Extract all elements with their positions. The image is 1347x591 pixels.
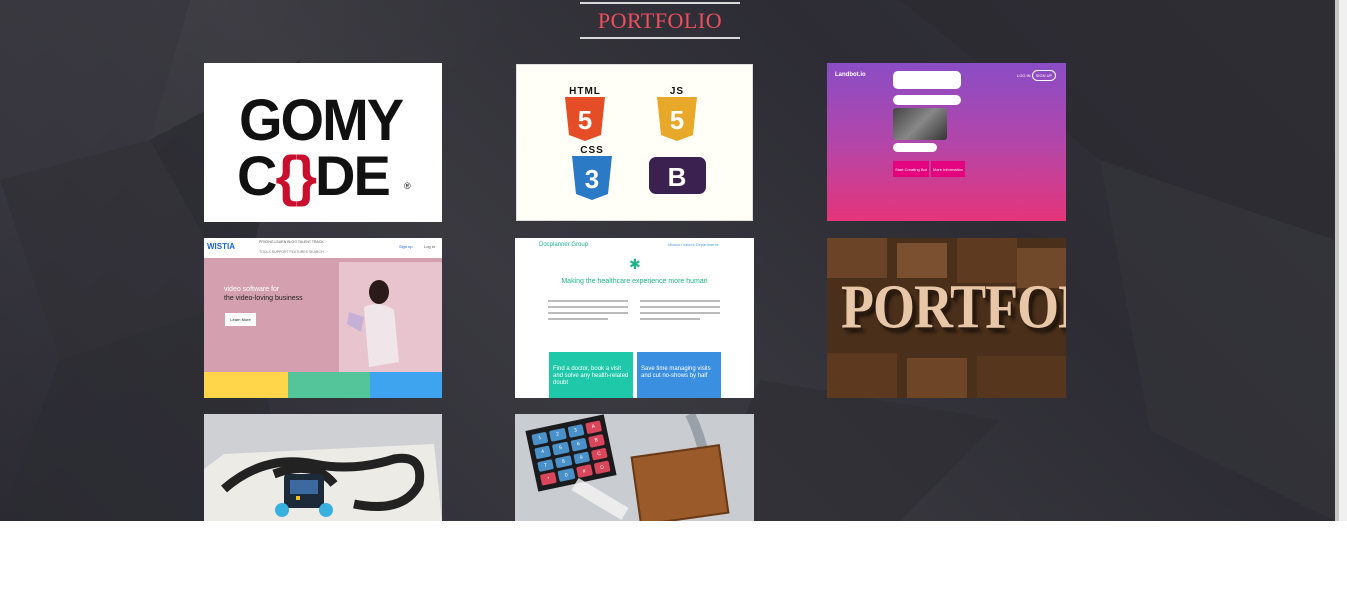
docplanner-box-patients: Find a doctor, book a visit and solve an…: [549, 352, 633, 398]
wistia-strip-green: [288, 372, 370, 398]
html-label: HTML: [569, 86, 601, 97]
wistia-hero-image: [339, 262, 442, 372]
robot-photo: [204, 414, 442, 521]
text-line: [548, 312, 628, 314]
html-num: 5: [578, 105, 592, 135]
section-title: PORTFOLIO: [597, 7, 723, 33]
wistia-cta-button: Learn More: [225, 313, 256, 326]
chat-bubble: [893, 143, 937, 152]
portfolio-card-web-technologies[interactable]: HTML 5 JS 5 CSS 3 B: [516, 64, 753, 221]
landbot-info-button: More Information: [931, 161, 965, 177]
text-line: [640, 312, 720, 314]
letterpress-portfolio-text: PORTFOLIO: [841, 272, 1066, 342]
wistia-tagline-1: video software for: [224, 286, 280, 293]
landbot-start-button: Start Creating Bot: [893, 161, 929, 177]
scrollbar-thumb[interactable]: [1335, 0, 1339, 521]
text-line: [640, 306, 720, 308]
wistia-signup: Sign up: [399, 244, 413, 249]
css-num: 3: [585, 164, 599, 194]
wistia-strip-yellow: [204, 372, 288, 398]
text-line: [640, 318, 700, 320]
chat-photo: [893, 108, 947, 140]
gomycode-logo-brace: {}: [275, 144, 317, 207]
wistia-login: Log in: [424, 244, 435, 249]
js-label: JS: [670, 86, 684, 97]
wistia-logo: WISTIA: [207, 242, 235, 251]
wistia-nav-secondary: TOOLS SUPPORT FEATURES SEARCH: [259, 250, 324, 254]
portfolio-card-arduino[interactable]: 1 2 3 A 4 5 6 B 7 8 9 C * 0 # D: [515, 414, 754, 521]
docplanner-logo: Docplanner Group: [539, 242, 589, 248]
js-num: 5: [670, 105, 684, 135]
docplanner-heading: Making the healthcare experience more hu…: [561, 278, 708, 285]
wistia-nav: PRICING LEARN BLOG TALENT TRACK: [259, 240, 324, 244]
text-line: [548, 318, 608, 320]
gomycode-logo-de: DE: [315, 144, 391, 207]
portfolio-card-robot[interactable]: [204, 414, 442, 521]
landbot-login-link: LOG IN: [1017, 73, 1031, 78]
portfolio-card-gomycode[interactable]: GOMY C{}DE ®: [204, 63, 442, 222]
chat-bubble: [893, 95, 961, 105]
asterisk-icon: ✱: [629, 256, 641, 272]
wistia-strip-blue: [370, 372, 442, 398]
css-label: CSS: [580, 145, 604, 156]
text-line: [548, 300, 628, 302]
wistia-tagline-2: the video-loving business: [224, 295, 303, 302]
portfolio-card-letterpress[interactable]: PORTFOLIO: [827, 238, 1066, 398]
registered-mark: ®: [404, 181, 411, 191]
arduino-board: [630, 444, 730, 521]
gomycode-logo-bottom: C{}DE: [237, 143, 391, 208]
chat-bubble: [893, 71, 961, 89]
gomycode-logo-c: C: [237, 144, 277, 207]
bootstrap-letter: B: [668, 162, 687, 192]
portfolio-card-wistia[interactable]: WISTIA PRICING LEARN BLOG TALENT TRACK T…: [204, 238, 442, 398]
portfolio-section: PORTFOLIO GOMY C{}DE ® HTML 5 JS 5 CSS 3…: [0, 0, 1335, 521]
portfolio-card-docplanner[interactable]: Docplanner Group Mission Values Departme…: [515, 238, 754, 398]
landbot-signup-button: SIGN UP: [1032, 70, 1056, 81]
text-line: [548, 306, 628, 308]
portfolio-card-landbot[interactable]: Landbot.io LOG IN SIGN UP Start Creating…: [827, 63, 1066, 221]
section-title-frame: PORTFOLIO: [580, 2, 740, 39]
landbot-logo: Landbot.io: [835, 72, 866, 78]
docplanner-box-doctors: Save time managing visits and cut no-sho…: [637, 352, 721, 398]
text-line: [640, 300, 720, 302]
web-tech-logos: HTML 5 JS 5 CSS 3 B: [565, 86, 706, 200]
docplanner-nav: Mission Values Departments: [668, 242, 719, 247]
